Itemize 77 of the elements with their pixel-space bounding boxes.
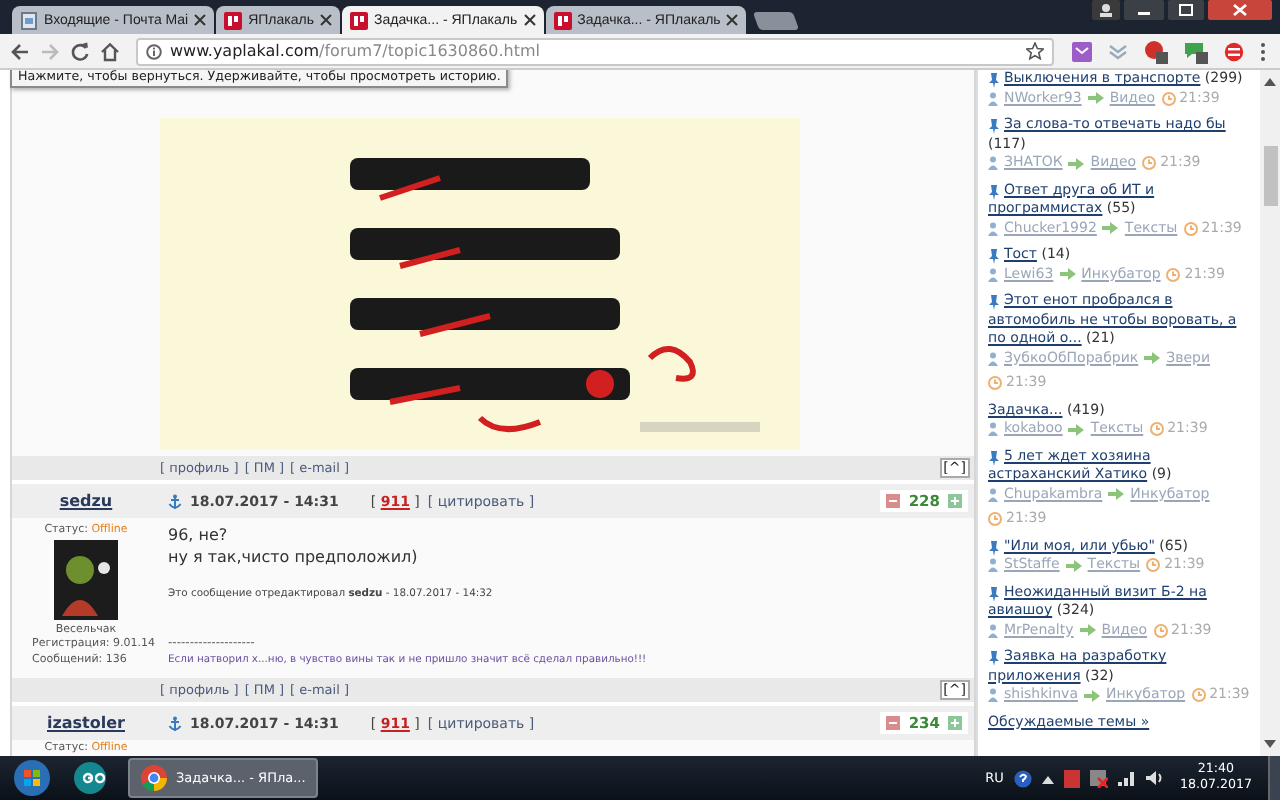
clock-icon	[1166, 267, 1181, 282]
clock-icon	[1183, 221, 1198, 236]
scroll-up-icon[interactable]	[1264, 78, 1276, 86]
author-name[interactable]: sedzu	[12, 492, 160, 510]
person-icon	[988, 91, 998, 106]
close-icon[interactable]	[523, 14, 536, 26]
clock-icon	[988, 512, 1002, 527]
extension-icon[interactable]	[1072, 41, 1092, 61]
clock-icon	[1153, 623, 1168, 638]
arrow-icon	[1087, 92, 1104, 105]
arrow-icon	[1068, 157, 1085, 170]
scrollbar[interactable]	[1260, 70, 1280, 756]
close-icon[interactable]	[1208, 0, 1272, 20]
browser-icon	[140, 764, 168, 792]
clock-icon	[1149, 422, 1164, 437]
scroll-down-icon[interactable]	[1264, 740, 1276, 748]
url-text: www.yaplakal.com/forum7/topic1630860.html	[170, 42, 542, 60]
info-icon	[146, 43, 162, 59]
person-icon	[988, 688, 998, 703]
star-icon[interactable]	[1026, 42, 1044, 60]
extension-icon[interactable]	[1224, 41, 1244, 61]
author-name[interactable]: izastoler	[12, 714, 160, 732]
start-icon[interactable]	[12, 758, 52, 798]
vote-down-icon[interactable]	[886, 494, 901, 508]
signal-icon[interactable]	[1117, 770, 1136, 786]
clock-icon	[988, 376, 1002, 391]
post-text: 96, не?	[168, 524, 230, 546]
site-logo-icon	[224, 11, 243, 29]
menu-icon[interactable]	[1260, 41, 1266, 61]
new-tab-button[interactable]	[753, 12, 800, 30]
anchor-icon[interactable]	[168, 715, 182, 731]
arrow-icon	[1102, 222, 1119, 235]
arrow-icon	[1108, 488, 1125, 501]
avatar	[54, 540, 118, 620]
arrow-icon	[1068, 423, 1085, 436]
back-icon[interactable]	[10, 41, 30, 61]
close-icon[interactable]	[194, 14, 207, 26]
scrollbar-thumb[interactable]	[1263, 146, 1277, 206]
person-icon	[988, 351, 998, 366]
person-icon	[988, 221, 998, 236]
person-icon	[988, 558, 998, 573]
site-logo-icon	[553, 11, 572, 29]
reload-icon[interactable]	[70, 41, 90, 61]
person-icon	[988, 623, 998, 638]
maximize-icon[interactable]	[1168, 0, 1204, 20]
person-icon	[988, 487, 998, 502]
tray-arrow-icon[interactable]	[1041, 773, 1054, 783]
volume-icon[interactable]	[1145, 770, 1164, 786]
clock-icon	[1146, 558, 1161, 573]
close-icon[interactable]	[319, 14, 332, 26]
page-icon	[20, 11, 38, 29]
user-icon[interactable]	[1092, 0, 1120, 20]
extension-icon[interactable]	[1184, 39, 1208, 63]
home-icon[interactable]	[100, 41, 120, 61]
arrow-icon	[1144, 352, 1161, 365]
clock-icon	[1191, 688, 1206, 703]
network-icon[interactable]	[1089, 769, 1108, 787]
anchor-icon[interactable]	[168, 493, 182, 509]
extension-icon[interactable]	[1144, 39, 1168, 63]
address-bar[interactable]: www.yaplakal.com/forum7/topic1630860.html	[136, 37, 1054, 65]
person-icon	[988, 156, 998, 171]
close-icon[interactable]	[726, 14, 739, 26]
arrow-icon	[1059, 268, 1076, 281]
tray-app-icon[interactable]	[1063, 769, 1080, 787]
minimize-icon[interactable]	[1124, 0, 1164, 20]
person-icon	[988, 267, 998, 282]
clock-icon	[1142, 156, 1157, 171]
vote-down-icon[interactable]	[886, 716, 901, 730]
help-icon[interactable]	[1013, 769, 1032, 787]
arrow-icon	[1083, 689, 1100, 702]
infinity-icon	[74, 762, 106, 794]
clock-icon	[1161, 91, 1176, 106]
person-icon	[988, 422, 998, 437]
arrow-icon	[1079, 624, 1096, 637]
site-logo-icon	[349, 11, 368, 29]
arrow-icon	[1065, 559, 1082, 572]
post-text: ну я так,чисто предположил)	[168, 546, 420, 568]
